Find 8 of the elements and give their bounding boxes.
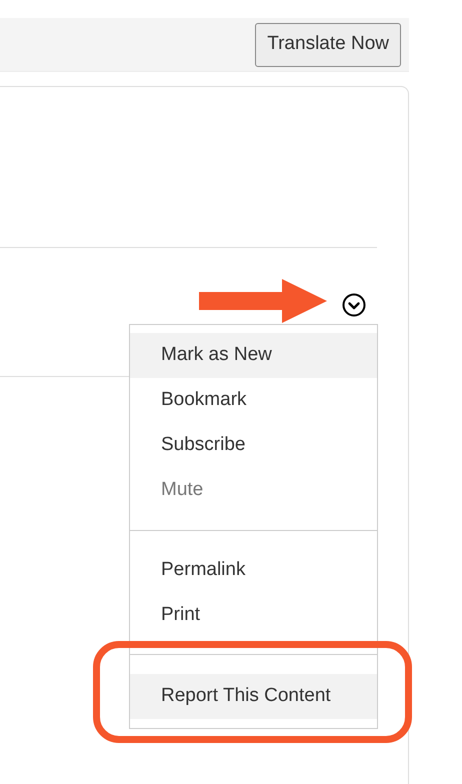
chevron-down-circle-icon[interactable] xyxy=(342,293,366,317)
menu-item[interactable]: Print xyxy=(130,593,377,638)
menu-item[interactable]: Mark as New xyxy=(130,333,377,378)
menu-item[interactable]: Bookmark xyxy=(130,378,377,423)
translate-now-button[interactable]: Translate Now xyxy=(255,22,401,66)
menu-item[interactable]: Subscribe xyxy=(130,423,377,468)
menu-item[interactable]: Permalink xyxy=(130,548,377,593)
menu-item[interactable]: Report This Content xyxy=(130,674,377,719)
